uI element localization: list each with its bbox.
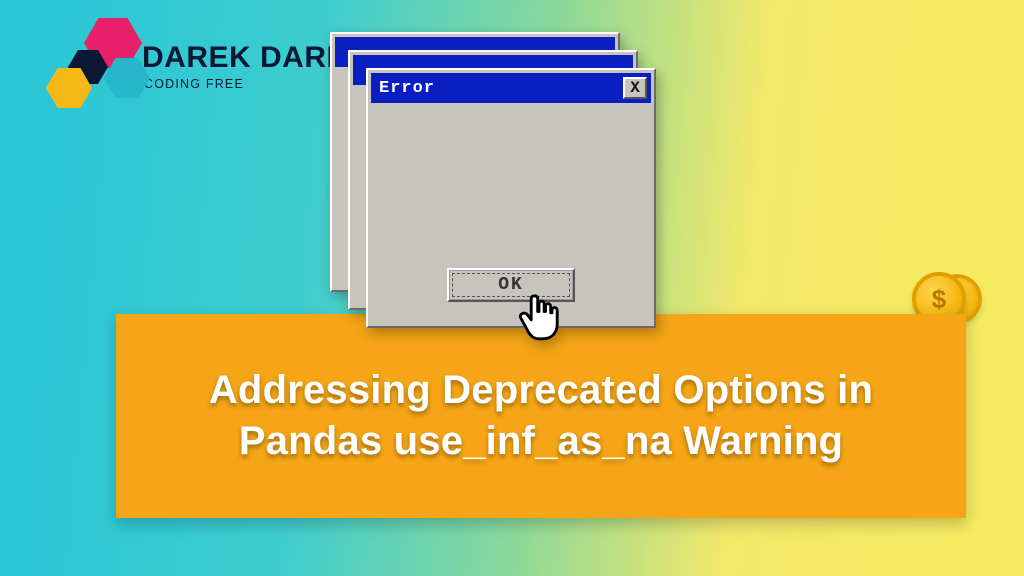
- headline-banner: Addressing Deprecated Options in Pandas …: [116, 314, 966, 518]
- headline-text: Addressing Deprecated Options in Pandas …: [156, 365, 926, 467]
- dialog-body: OK: [376, 106, 646, 318]
- pointer-cursor-icon: [517, 292, 561, 344]
- close-button[interactable]: X: [623, 77, 647, 99]
- brand-name: DAREK DARI: [142, 43, 335, 73]
- brand-tagline: CODING FREE: [144, 77, 335, 91]
- dialog-window: Error X OK: [366, 68, 656, 328]
- brand-logo: DAREK DARI CODING FREE: [46, 18, 335, 110]
- dialog-title: Error: [375, 79, 435, 98]
- logo-mark: [46, 18, 150, 110]
- dialog-titlebar[interactable]: Error X: [371, 73, 651, 103]
- logo-text: DAREK DARI CODING FREE: [142, 43, 335, 91]
